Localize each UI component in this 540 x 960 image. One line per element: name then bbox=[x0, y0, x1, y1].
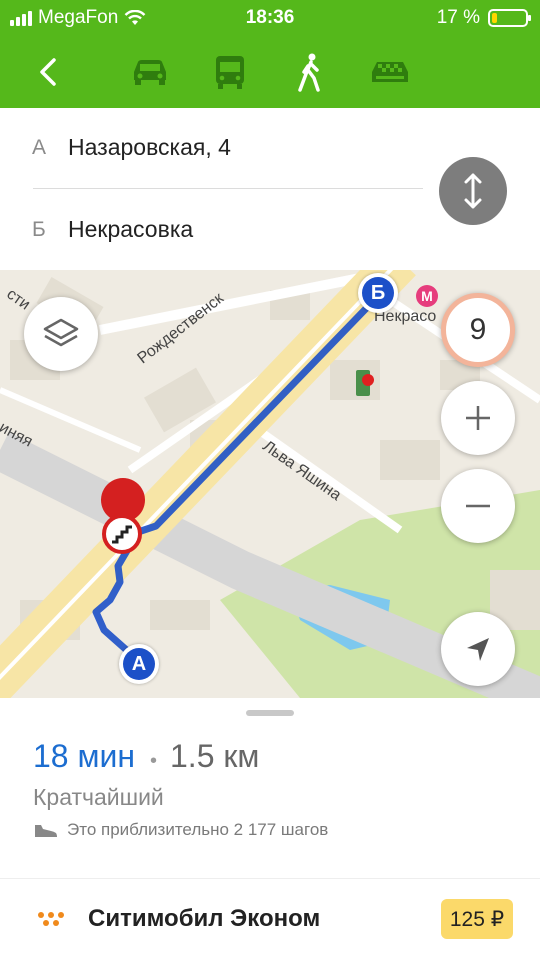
shoe-icon bbox=[35, 825, 57, 837]
from-address: Назаровская, 4 bbox=[68, 134, 231, 160]
to-address: Некрасовка bbox=[68, 216, 194, 242]
transport-bar bbox=[0, 36, 540, 108]
zoom-level-indicator[interactable]: 9 bbox=[441, 293, 515, 367]
walking-icon bbox=[298, 53, 320, 92]
locate-button[interactable] bbox=[441, 612, 515, 686]
taxi-offer[interactable]: Ситимобил Эконом 125 ₽ bbox=[0, 878, 540, 960]
layers-icon bbox=[43, 318, 79, 347]
route-type: Кратчайший bbox=[33, 784, 164, 810]
sheet-handle[interactable] bbox=[246, 710, 294, 716]
mode-taxi-button[interactable] bbox=[366, 50, 414, 94]
taxi-price-button[interactable]: 125 ₽ bbox=[441, 899, 513, 939]
separator-dot: • bbox=[150, 750, 158, 772]
route-start-marker[interactable]: А bbox=[119, 644, 159, 684]
plus-icon bbox=[466, 406, 490, 430]
to-letter: Б bbox=[32, 218, 46, 241]
route-distance: 1.5 км bbox=[170, 738, 260, 774]
zoom-out-button[interactable] bbox=[441, 469, 515, 543]
zoom-in-button[interactable] bbox=[441, 381, 515, 455]
citymobil-logo-icon bbox=[38, 912, 64, 926]
start-marker-letter: А bbox=[123, 648, 155, 680]
map-view[interactable]: Рождественск Льва Яшина сти иняя M Некра… bbox=[0, 270, 540, 698]
route-end-marker[interactable]: Б bbox=[358, 273, 398, 313]
battery-percent: 17 % bbox=[436, 7, 480, 28]
metro-icon: M bbox=[416, 285, 438, 307]
location-arrow-icon bbox=[467, 638, 489, 661]
battery-icon bbox=[488, 9, 531, 27]
steps-text: Это приблизительно 2 177 шагов bbox=[67, 820, 329, 839]
bus-icon bbox=[216, 56, 244, 89]
route-duration: 18 мин bbox=[33, 738, 136, 774]
status-bar: MegaFon 18:36 17 % bbox=[0, 0, 540, 36]
taxi-icon bbox=[372, 62, 408, 82]
route-form: А Назаровская, 4 Б Некрасовка bbox=[0, 108, 540, 270]
swap-button[interactable] bbox=[439, 157, 507, 225]
from-letter: А bbox=[32, 136, 47, 159]
mode-car-button[interactable] bbox=[126, 50, 174, 94]
end-marker-letter: Б bbox=[362, 277, 394, 309]
route-summary-sheet[interactable]: 18 мин • 1.5 км Кратчайший Это приблизит… bbox=[0, 698, 540, 960]
status-right: 17 % bbox=[436, 7, 531, 29]
mode-bus-button[interactable] bbox=[206, 50, 254, 94]
layers-button[interactable] bbox=[24, 297, 98, 371]
minus-icon bbox=[466, 504, 490, 508]
mode-walk-button[interactable] bbox=[286, 50, 334, 94]
back-button[interactable] bbox=[30, 50, 70, 94]
steps-info: Это приблизительно 2 177 шагов bbox=[33, 820, 328, 840]
divider bbox=[33, 188, 423, 189]
chevron-left-icon bbox=[40, 58, 56, 86]
swap-vertical-icon bbox=[464, 173, 482, 209]
car-icon bbox=[134, 60, 166, 85]
to-field[interactable]: Б Некрасовка bbox=[0, 190, 420, 270]
from-field[interactable]: А Назаровская, 4 bbox=[0, 108, 420, 188]
taxi-name: Ситимобил Эконом bbox=[88, 905, 321, 932]
